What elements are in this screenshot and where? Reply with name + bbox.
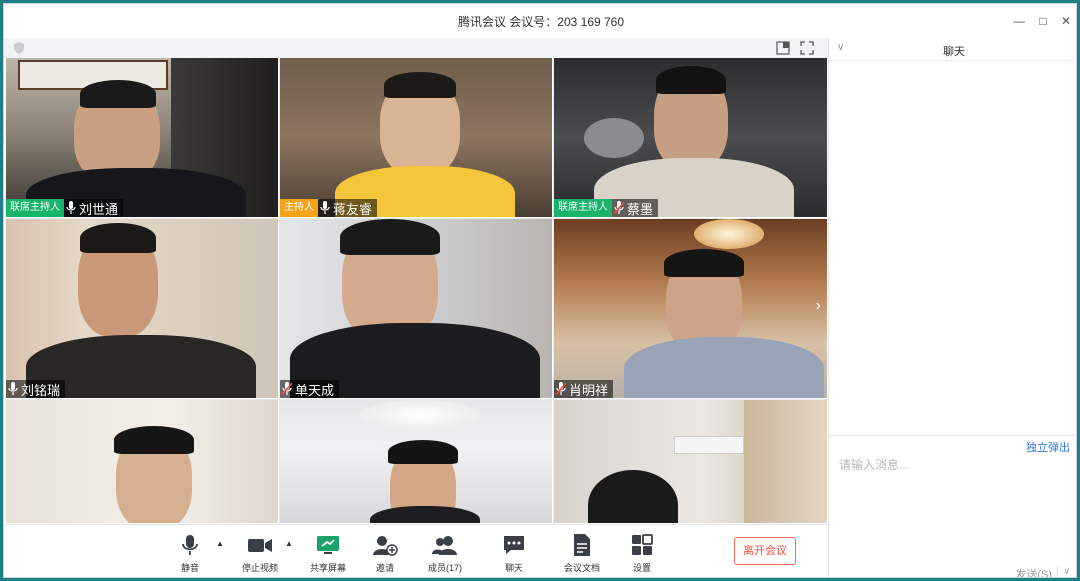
participant-name: 单天成 [295,382,335,398]
microphone-icon [8,382,18,395]
participant-label: 联席主持人 蔡墨 [554,199,659,217]
participant-name: 蒋友睿 [333,201,373,217]
video-options-caret[interactable]: ▲ [285,539,293,548]
participant-name: 刘世通 [79,201,119,217]
share-screen-icon [317,536,339,554]
layout-toggle-icon[interactable] [776,41,790,55]
send-options-caret[interactable]: ∨ [1057,566,1070,577]
grid-settings-icon [632,534,653,555]
control-bar: 静音 ▲ 停止视频 ▲ 共享屏幕 邀请 成员(17) 聊天 会议文档 设置 离开… [4,524,828,577]
video-tile[interactable] [280,400,553,524]
video-tile[interactable]: 单天成 [280,219,553,399]
microphone-icon [66,201,76,214]
meeting-docs-button[interactable]: 会议文档 [552,533,612,574]
video-camera-icon [248,539,272,552]
invite-button[interactable]: 邀请 [355,533,415,574]
video-tile[interactable] [554,400,828,524]
fullscreen-icon[interactable] [800,41,814,55]
members-button[interactable]: 成员(17) [415,533,475,574]
maximize-icon[interactable]: □ [1034,12,1052,30]
video-tile[interactable] [6,400,279,524]
popout-link[interactable]: 独立弹出 [1026,439,1070,455]
participant-label: 肖明祥 [554,380,614,398]
participant-label: 刘铭瑞 [6,380,66,398]
document-icon [574,534,590,556]
chat-divider [829,435,1076,436]
host-badge: 主持人 [280,199,318,217]
participant-name: 肖明祥 [569,382,609,398]
close-icon[interactable]: ✕ [1057,12,1075,30]
chat-message-list[interactable] [829,62,1076,434]
chat-header: ∨ 聊天 [829,38,1076,61]
title-bar: 腾讯会议 会议号：203 169 760 — □ ✕ [4,4,1076,38]
video-grid: 联席主持人 刘世通 主持人 蒋友睿 联席主持人 蔡墨 刘铭瑞 单天成 › 肖明祥 [6,58,828,524]
send-button[interactable]: 发送(S) [1015,566,1052,577]
video-tile[interactable]: 联席主持人 刘世通 [6,58,279,218]
minimize-icon[interactable]: — [1010,12,1028,30]
participant-name: 蔡墨 [627,201,654,217]
participant-label: 主持人 蒋友睿 [280,199,378,217]
microphone-icon [182,535,198,555]
video-tile[interactable]: 刘铭瑞 [6,219,279,399]
video-tile[interactable]: 联席主持人 蔡墨 [554,58,828,218]
chat-input[interactable]: 请输入消息... [839,456,909,473]
muted-microphone-icon [614,201,624,215]
chevron-right-icon[interactable]: › [816,297,821,315]
add-person-icon [373,536,398,556]
window-title: 腾讯会议 会议号：203 169 760 [457,15,625,29]
muted-microphone-icon [556,382,566,396]
video-tile[interactable]: 主持人 蒋友睿 [280,58,553,218]
participant-name: 刘铭瑞 [21,382,61,398]
leave-meeting-button[interactable]: 离开会议 [734,537,796,565]
shield-icon[interactable] [14,42,24,54]
microphone-icon [320,201,330,214]
members-icon [432,536,457,555]
video-tile[interactable]: › 肖明祥 [554,219,828,399]
stop-video-button[interactable]: 停止视频 [230,533,290,574]
chat-title: 聊天 [943,46,965,58]
participant-label: 单天成 [280,380,340,398]
chat-bubble-icon [504,536,524,554]
mute-button[interactable]: 静音 [160,533,220,574]
muted-microphone-icon [282,382,292,396]
chat-panel: ∨ 聊天 独立弹出 请输入消息... 发送(S) ∨ [828,38,1076,577]
video-toolstrip [4,38,828,58]
meeting-window: 腾讯会议 会议号：203 169 760 — □ ✕ 联席主持人 刘世通 主持人… [3,3,1077,578]
participant-label: 联席主持人 刘世通 [6,199,124,217]
cohost-badge: 联席主持人 [6,199,64,217]
settings-button[interactable]: 设置 [612,533,672,574]
cohost-badge: 联席主持人 [554,199,612,217]
share-screen-button[interactable]: 共享屏幕 [298,533,358,574]
chat-button[interactable]: 聊天 [484,533,544,574]
audio-options-caret[interactable]: ▲ [216,539,224,548]
